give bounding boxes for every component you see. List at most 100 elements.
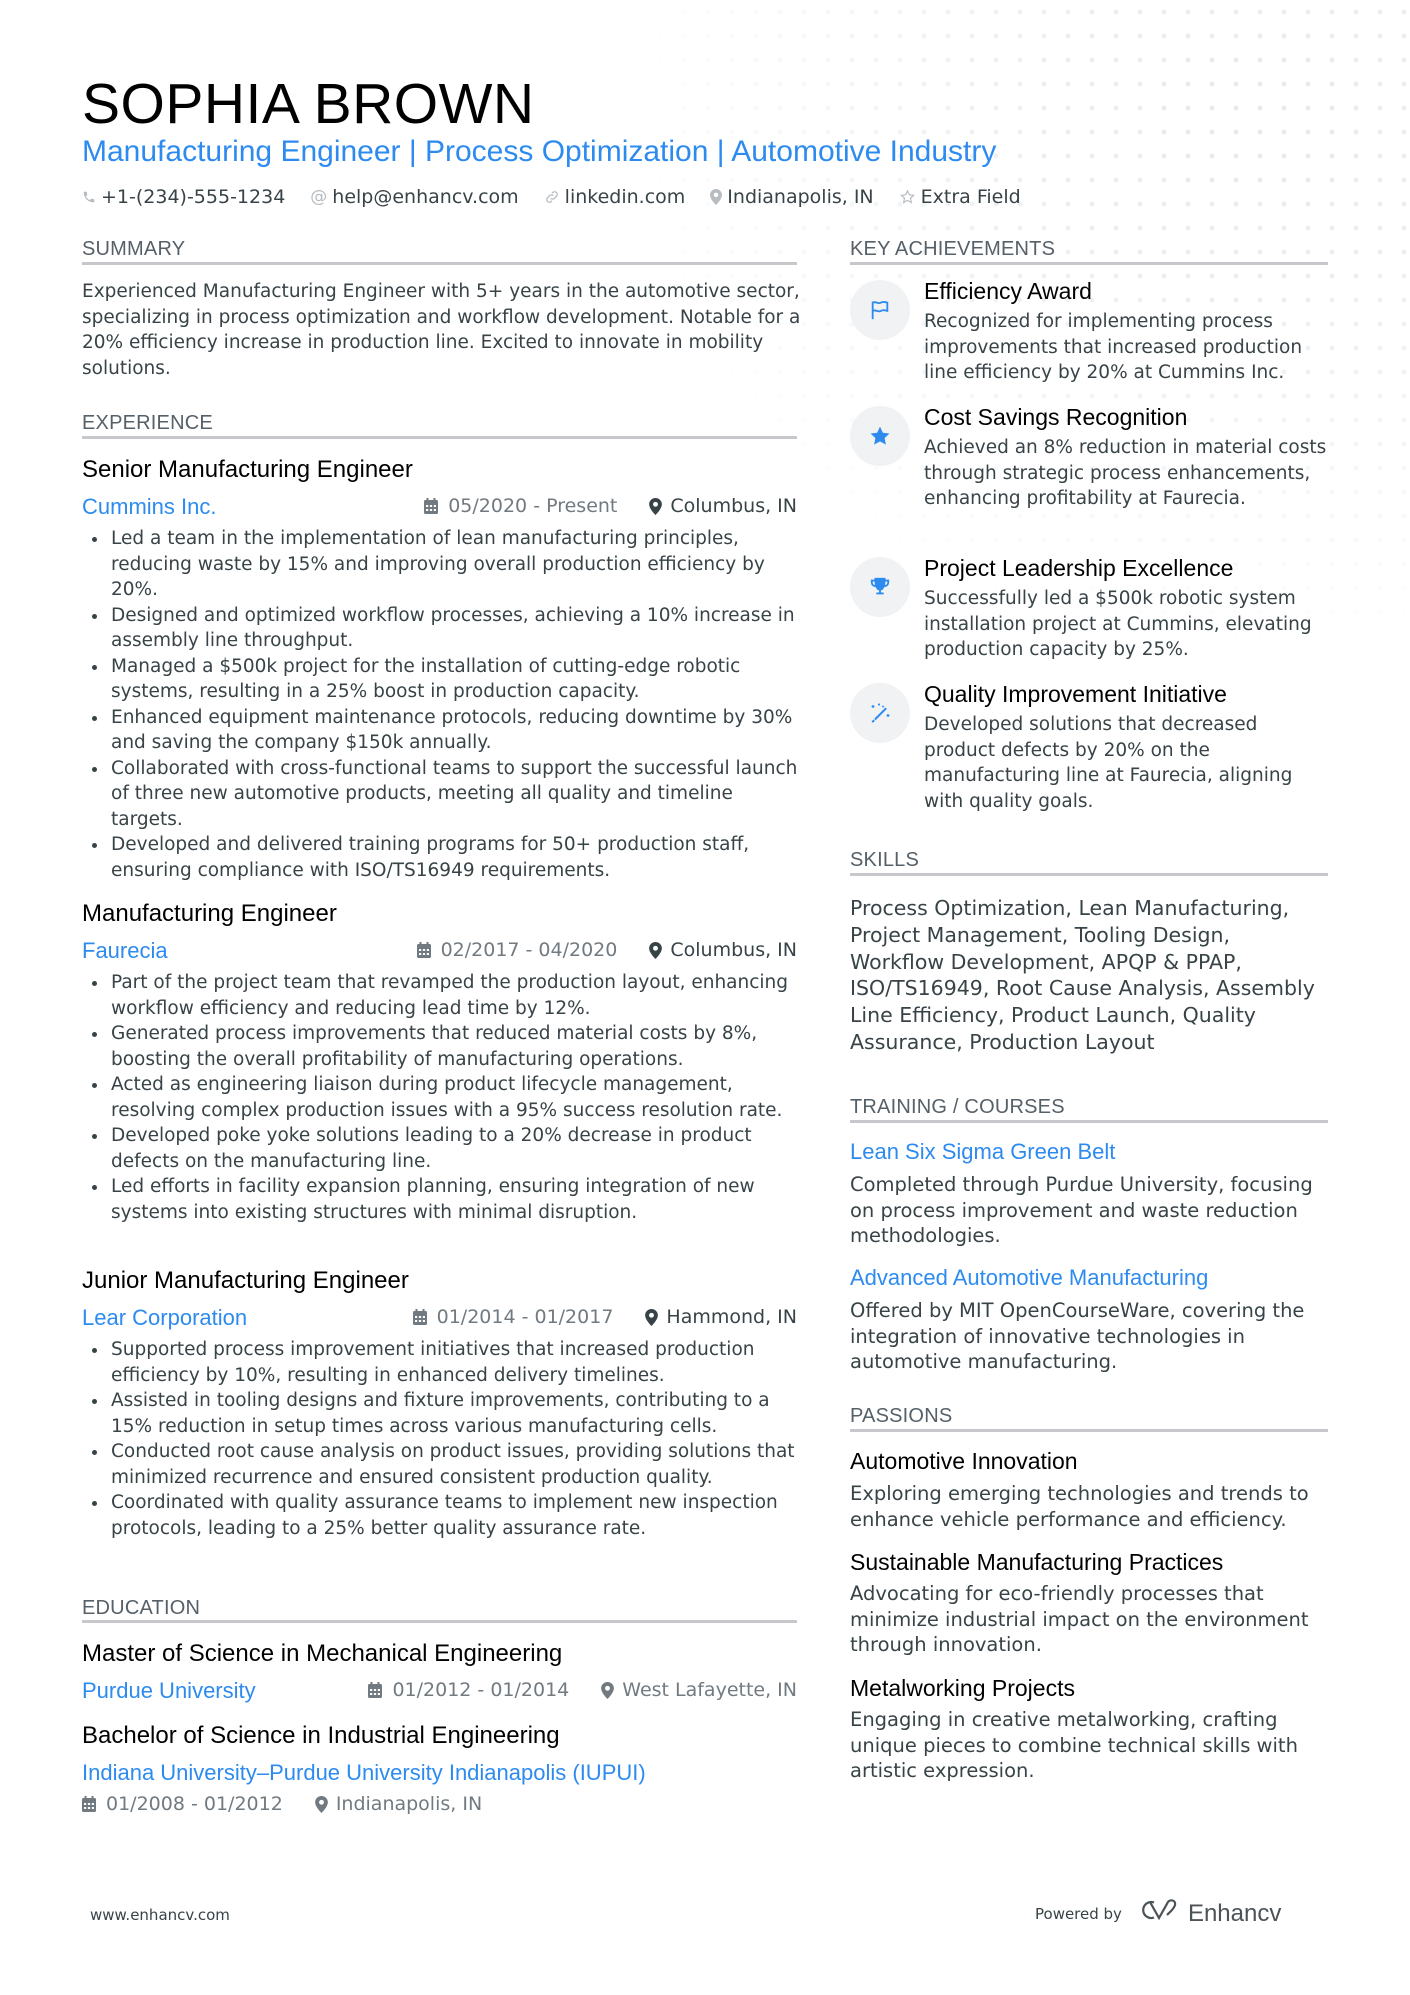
education-location: West Lafayette, IN — [622, 1679, 797, 1701]
contact-email-text: help@enhancv.com — [332, 186, 519, 208]
section-heading-summary: SUMMARY — [82, 238, 186, 260]
education-degree: Bachelor of Science in Industrial Engine… — [82, 1722, 560, 1749]
experience-role: Senior Manufacturing Engineer — [82, 456, 413, 483]
contact-email[interactable]: @ help@enhancv.com — [310, 186, 518, 208]
achievement-description: Successfully led a $500k robotic system … — [924, 588, 1312, 660]
candidate-headline: Manufacturing Engineer | Process Optimiz… — [82, 135, 997, 168]
course-title: Advanced Automotive Manufacturing — [850, 1265, 1209, 1290]
achievement-item: Cost Savings Recognition Achieved an 8% … — [850, 404, 1328, 546]
education-meta: 01/2008 - 01/2012 Indianapolis, IN — [82, 1793, 482, 1815]
location-pin-icon — [710, 189, 723, 205]
section-divider — [82, 436, 797, 439]
calendar-icon — [412, 1309, 427, 1325]
experience-dates: 05/2020 - Present — [448, 495, 618, 517]
education-school[interactable]: Indiana University–Purdue University Ind… — [82, 1759, 646, 1787]
enhancv-logo-icon — [1140, 1898, 1180, 1929]
experience-location: Columbus, IN — [670, 495, 797, 517]
bullet-item: Acted as engineering liaison during prod… — [82, 1072, 807, 1123]
phone-icon — [82, 189, 96, 205]
summary-text: Experienced Manufacturing Engineer with … — [82, 281, 801, 379]
achievement-item: Project Leadership Excellence Successful… — [850, 555, 1328, 677]
experience-meta: 02/2017 - 04/2020 Columbus, IN — [390, 939, 797, 961]
footer-website-link[interactable]: www.enhancv.com — [90, 1906, 230, 1924]
trophy-icon — [850, 557, 910, 617]
bullet-item: Led a team in the implementation of lean… — [82, 526, 807, 603]
contact-linkedin-text: linkedin.com — [564, 186, 686, 208]
course-description: Completed through Purdue University, foc… — [850, 1173, 1313, 1247]
education-dates: 01/2008 - 01/2012 — [106, 1793, 283, 1815]
bullet-item: Supported process improvement initiative… — [82, 1337, 807, 1388]
star-outline-icon — [899, 189, 916, 205]
powered-by-label: Powered by — [1035, 1904, 1122, 1923]
skills-text: Process Optimization, Lean Manufacturing… — [850, 896, 1315, 1054]
section-divider — [850, 1120, 1328, 1123]
calendar-icon — [368, 1682, 383, 1698]
achievement-title: Project Leadership Excellence — [924, 555, 1234, 581]
experience-company[interactable]: Faurecia — [82, 937, 168, 965]
bullet-item: Coordinated with quality assurance teams… — [82, 1490, 807, 1541]
contact-extra: Extra Field — [899, 186, 1021, 208]
location-pin-icon — [601, 1681, 615, 1699]
contact-linkedin[interactable]: linkedin.com — [544, 186, 686, 208]
bullet-item: Developed and delivered training program… — [82, 832, 807, 883]
experience-meta: 01/2014 - 01/2017 Hammond, IN — [390, 1306, 797, 1328]
experience-bullets: Led a team in the implementation of lean… — [82, 526, 807, 883]
passion-description: Exploring emerging technologies and tren… — [850, 1482, 1309, 1531]
bullet-item: Led efforts in facility expansion planni… — [82, 1174, 807, 1225]
experience-dates: 01/2014 - 01/2017 — [436, 1306, 614, 1328]
enhancv-logo[interactable]: Enhancv — [1140, 1898, 1281, 1929]
experience-role: Manufacturing Engineer — [82, 900, 337, 927]
section-heading-education: EDUCATION — [82, 1597, 201, 1619]
achievement-description: Developed solutions that decreased produ… — [924, 714, 1293, 812]
education-meta: 01/2012 - 01/2014 West Lafayette, IN — [340, 1679, 797, 1701]
contact-phone[interactable]: +1-(234)-555-1234 — [82, 186, 285, 208]
experience-location: Columbus, IN — [670, 939, 797, 961]
at-icon: @ — [310, 187, 328, 207]
education-dates: 01/2012 - 01/2014 — [392, 1679, 570, 1701]
experience-company[interactable]: Cummins Inc. — [82, 493, 216, 521]
experience-bullets: Supported process improvement initiative… — [82, 1337, 807, 1541]
bullet-item: Assisted in tooling designs and fixture … — [82, 1388, 807, 1439]
magic-wand-icon — [850, 683, 910, 743]
bullet-item: Part of the project team that revamped t… — [82, 970, 807, 1021]
location-pin-icon — [649, 497, 663, 515]
bullet-item: Developed poke yoke solutions leading to… — [82, 1123, 807, 1174]
passion-title: Sustainable Manufacturing Practices — [850, 1549, 1224, 1575]
achievement-item: Efficiency Award Recognized for implemen… — [850, 278, 1328, 400]
section-divider — [850, 262, 1328, 265]
contact-bar: +1-(234)-555-1234 @ help@enhancv.com lin… — [82, 186, 1021, 208]
section-divider — [850, 1429, 1328, 1432]
candidate-name: SOPHIA BROWN — [82, 72, 535, 136]
location-pin-icon — [645, 1308, 659, 1326]
course-description: Offered by MIT OpenCourseWare, covering … — [850, 1299, 1305, 1373]
experience-company[interactable]: Lear Corporation — [82, 1304, 247, 1332]
passion-description: Advocating for eco-friendly processes th… — [850, 1582, 1309, 1656]
star-icon — [850, 406, 910, 466]
bullet-item: Enhanced equipment maintenance protocols… — [82, 705, 807, 756]
section-heading-skills: SKILLS — [850, 849, 920, 871]
experience-meta: 05/2020 - Present Columbus, IN — [407, 495, 797, 517]
section-divider — [850, 873, 1328, 876]
achievement-description: Recognized for implementing process impr… — [924, 311, 1303, 383]
experience-dates: 02/2017 - 04/2020 — [440, 939, 618, 961]
bullet-item: Designed and optimized workflow processe… — [82, 603, 807, 654]
contact-extra-text: Extra Field — [920, 186, 1021, 208]
passion-title: Metalworking Projects — [850, 1675, 1075, 1701]
achievement-item: Quality Improvement Initiative Developed… — [850, 681, 1328, 823]
bullet-item: Collaborated with cross-functional teams… — [82, 756, 807, 833]
section-divider — [82, 1620, 797, 1623]
education-location: Indianapolis, IN — [335, 1793, 483, 1815]
bullet-item: Managed a $500k project for the installa… — [82, 654, 807, 705]
achievement-title: Efficiency Award — [924, 278, 1092, 304]
flag-icon — [850, 280, 910, 340]
footer-branding: Powered by Enhancv — [1035, 1898, 1281, 1929]
calendar-icon — [82, 1796, 96, 1812]
education-school[interactable]: Purdue University — [82, 1677, 256, 1705]
achievement-title: Quality Improvement Initiative — [924, 681, 1227, 707]
section-heading-passions: PASSIONS — [850, 1405, 953, 1427]
contact-phone-text: +1-(234)-555-1234 — [101, 186, 286, 208]
experience-location: Hammond, IN — [666, 1306, 797, 1328]
location-pin-icon — [314, 1795, 328, 1813]
section-divider — [82, 262, 797, 265]
experience-bullets: Part of the project team that revamped t… — [82, 970, 807, 1225]
